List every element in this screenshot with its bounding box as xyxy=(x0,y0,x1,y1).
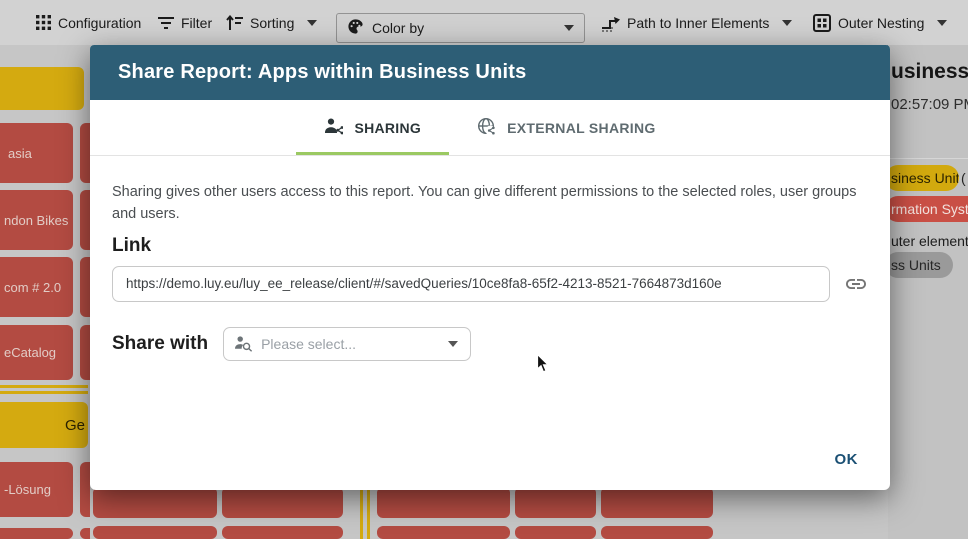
app-tile xyxy=(80,462,90,517)
app-tile xyxy=(80,123,90,183)
chevron-down-icon xyxy=(448,341,458,347)
app-tile: ndon Bikes xyxy=(0,190,73,250)
sharing-description: Sharing gives other users access to this… xyxy=(112,182,862,226)
filter-icon xyxy=(158,16,174,30)
share-with-label: Share with xyxy=(112,333,208,355)
share-link-input[interactable] xyxy=(112,266,830,302)
path-to-inner-elements-label: Path to Inner Elements xyxy=(627,15,769,31)
outer-nesting-label: Outer Nesting xyxy=(838,15,924,31)
filter-button[interactable]: Filter xyxy=(158,0,212,45)
sorting-button[interactable]: Sorting xyxy=(226,0,317,45)
outer-nesting-button[interactable]: Outer Nesting xyxy=(813,0,947,45)
dialog-title: Share Report: Apps within Business Units xyxy=(118,61,526,84)
color-by-select[interactable]: Color by xyxy=(336,13,585,43)
configuration-button[interactable]: Configuration xyxy=(36,0,141,45)
group-border xyxy=(360,487,363,539)
group-border xyxy=(367,487,370,539)
tab-sharing[interactable]: SHARING xyxy=(296,100,449,155)
dialog-body: Sharing gives other users access to this… xyxy=(90,156,890,361)
app-tile xyxy=(93,487,217,518)
link-icon[interactable] xyxy=(844,272,868,296)
app-tile: asia xyxy=(0,123,73,183)
app-tile xyxy=(222,526,343,539)
divider xyxy=(888,158,968,159)
business-unit-band xyxy=(0,67,84,110)
legend-badge-business-unit: siness Unit xyxy=(885,165,959,191)
legend-outer-element-text: uter element xyxy=(891,233,968,249)
link-row xyxy=(112,266,862,302)
tab-external-sharing[interactable]: EXTERNAL SHARING xyxy=(449,100,683,155)
globe-share-icon xyxy=(477,117,496,139)
share-report-dialog: Share Report: Apps within Business Units… xyxy=(90,45,890,490)
person-share-icon xyxy=(324,117,343,138)
nesting-icon xyxy=(813,14,831,32)
app-tile xyxy=(0,528,73,539)
dialog-header: Share Report: Apps within Business Units xyxy=(90,45,890,100)
share-select-placeholder: Please select... xyxy=(261,336,356,352)
chevron-down-icon xyxy=(782,20,792,26)
mouse-cursor xyxy=(536,353,550,379)
app-tile: -Lösung xyxy=(0,462,73,517)
share-with-row: Share with Please select... xyxy=(112,327,862,361)
legend-panel xyxy=(888,45,968,539)
person-search-icon xyxy=(234,335,253,352)
app-tile xyxy=(80,257,90,317)
dialog-tabbar: SHARING EXTERNAL SHARING xyxy=(90,100,890,156)
grid-icon xyxy=(36,15,51,30)
app-tile xyxy=(377,526,510,539)
palette-icon xyxy=(347,18,364,38)
app-tile xyxy=(377,487,510,518)
app-tile xyxy=(80,528,90,539)
app-screen: Configuration Filter Sorting Color by xyxy=(0,0,968,539)
sorting-label: Sorting xyxy=(250,15,294,31)
color-by-label: Color by xyxy=(372,20,424,36)
legend-badge-business-units: ss Units xyxy=(885,252,953,278)
chevron-down-icon xyxy=(307,20,317,26)
tab-sharing-label: SHARING xyxy=(354,120,421,136)
app-tile xyxy=(222,487,343,518)
business-unit-band: Ge xyxy=(0,402,88,448)
toolbar: Configuration Filter Sorting Color by xyxy=(0,0,968,45)
legend-count-fragment: ( xyxy=(961,170,966,186)
ok-button[interactable]: OK xyxy=(827,445,867,474)
path-to-inner-elements-button[interactable]: Path to Inner Elements xyxy=(600,0,792,45)
chevron-down-icon xyxy=(564,25,574,31)
app-tile xyxy=(80,325,90,380)
share-with-select[interactable]: Please select... xyxy=(223,327,471,361)
tab-external-sharing-label: EXTERNAL SHARING xyxy=(507,120,655,136)
app-tile: eCatalog xyxy=(0,325,73,380)
path-arrow-icon xyxy=(600,14,620,32)
app-tile xyxy=(80,190,90,250)
group-border xyxy=(0,385,88,388)
app-tile xyxy=(601,526,713,539)
timestamp: 02:57:09 PM xyxy=(891,96,968,113)
chevron-down-icon xyxy=(937,20,947,26)
app-tile xyxy=(515,526,596,539)
report-title-fragment: usiness U xyxy=(891,60,968,84)
filter-label: Filter xyxy=(181,15,212,31)
configuration-label: Configuration xyxy=(58,15,141,31)
sort-icon xyxy=(226,15,243,31)
link-heading: Link xyxy=(112,235,862,257)
app-tile xyxy=(515,487,596,518)
app-tile: com # 2.0 xyxy=(0,257,73,317)
legend-badge-information-system: rmation Syste xyxy=(885,196,968,222)
app-tile xyxy=(601,487,713,518)
app-tile xyxy=(93,526,217,539)
group-border xyxy=(0,391,88,394)
